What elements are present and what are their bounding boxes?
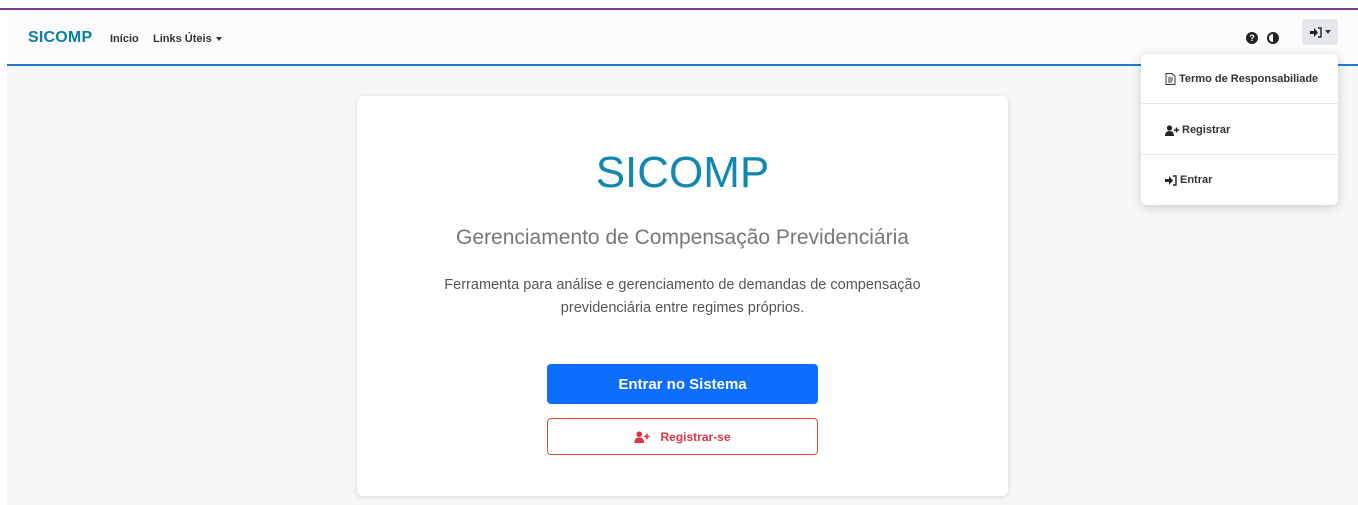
menu-divider xyxy=(1141,103,1338,104)
question-circle-icon[interactable]: ? xyxy=(1246,32,1258,44)
user-plus-icon xyxy=(1165,124,1179,136)
svg-text:?: ? xyxy=(1249,33,1255,43)
window-top-strip xyxy=(0,0,1358,10)
menu-divider xyxy=(1141,154,1338,155)
menu-item-registrar[interactable]: Registrar xyxy=(1165,124,1230,136)
card-title: SICOMP xyxy=(595,148,770,197)
user-dropdown-menu: Termo de Responsabiliade Registrar Entra… xyxy=(1141,54,1338,205)
menu-item-registrar-label: Registrar xyxy=(1182,124,1231,136)
menu-item-termo-label: Termo de Responsabiliade xyxy=(1179,73,1319,85)
nav-link-links-uteis-label: Links Úteis xyxy=(153,33,212,45)
contrast-icon[interactable] xyxy=(1267,32,1279,44)
register-button[interactable]: Registrar-se xyxy=(547,418,818,455)
user-plus-icon xyxy=(634,430,651,443)
menu-item-entrar[interactable]: Entrar xyxy=(1165,174,1212,186)
menu-item-termo[interactable]: Termo de Responsabiliade xyxy=(1165,73,1318,85)
sign-in-icon xyxy=(1309,26,1322,38)
user-menu-toggle[interactable] xyxy=(1302,19,1338,45)
brand-logo[interactable]: SICOMP xyxy=(28,29,92,47)
nav-link-inicio[interactable]: Início xyxy=(110,33,139,45)
login-button[interactable]: Entrar no Sistema xyxy=(547,364,818,404)
card-description: Ferramenta para análise e gerenciamento … xyxy=(444,277,921,316)
chevron-down-icon xyxy=(215,37,222,42)
chevron-down-icon xyxy=(1324,30,1331,34)
menu-item-entrar-label: Entrar xyxy=(1180,174,1213,186)
register-button-label: Registrar-se xyxy=(660,429,731,444)
file-text-icon xyxy=(1165,73,1176,85)
nav-link-links-uteis[interactable]: Links Úteis xyxy=(153,33,222,45)
card-subtitle: Gerenciamento de Compensação Previdenciá… xyxy=(456,226,909,249)
sign-in-icon xyxy=(1165,174,1177,186)
welcome-card: SICOMP Gerenciamento de Compensação Prev… xyxy=(357,96,1008,496)
